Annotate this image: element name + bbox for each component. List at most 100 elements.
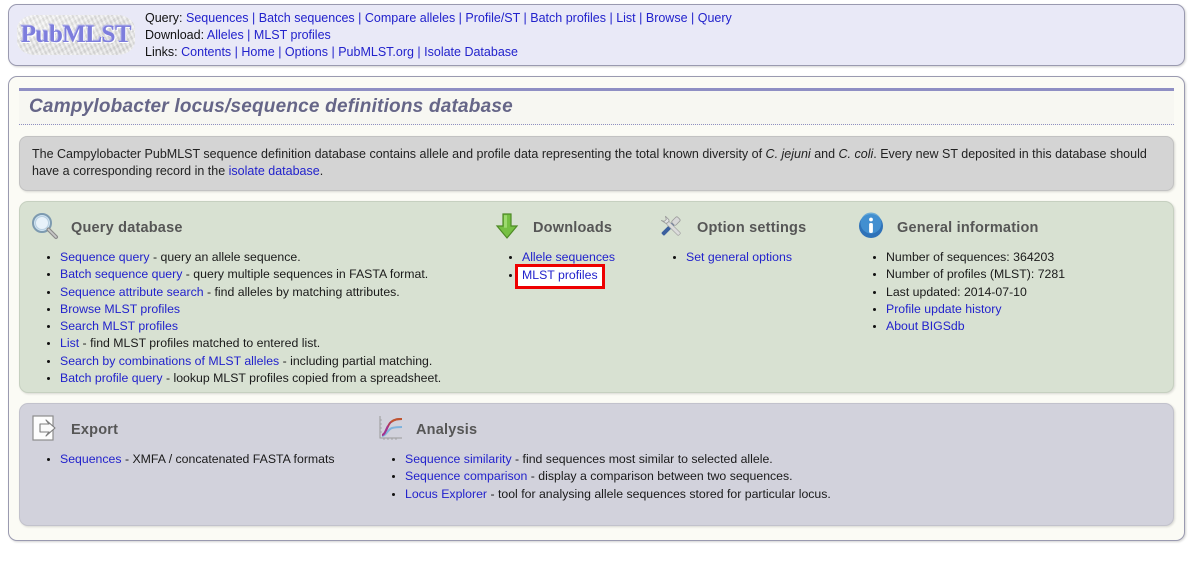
- nav-link-isolate-database[interactable]: Isolate Database: [424, 45, 518, 59]
- list-item: Allele sequences: [522, 250, 656, 266]
- nav-separator: |: [248, 10, 259, 25]
- item-description: - tool for analysing allele sequences st…: [487, 486, 831, 501]
- nav-links-download: Alleles | MLST profiles: [207, 28, 331, 42]
- link-set-general-options[interactable]: Set general options: [686, 250, 792, 264]
- list-item: Browse MLST profiles: [60, 302, 492, 318]
- secondary-functions-panel: Export Sequences - XMFA / concatenated F…: [19, 403, 1174, 526]
- nav-separator: |: [687, 10, 698, 25]
- list-item: Number of profiles (MLST): 7281: [886, 267, 1065, 283]
- link-profile-update-history[interactable]: Profile update history: [886, 302, 1002, 316]
- analysis-list: Sequence similarity - find sequences mos…: [375, 452, 831, 502]
- nav-link-browse[interactable]: Browse: [646, 11, 688, 25]
- nav-link-query[interactable]: Query: [698, 11, 732, 25]
- link-search-by-combinations-of-mlst-alleles[interactable]: Search by combinations of MLST alleles: [60, 354, 279, 368]
- nav-separator: |: [606, 10, 617, 25]
- green-down-arrow-icon: [492, 211, 522, 246]
- isolate-database-link[interactable]: isolate database: [229, 164, 320, 178]
- nav-link-alleles[interactable]: Alleles: [207, 28, 244, 42]
- item-description: Last updated: 2014-07-10: [886, 284, 1027, 299]
- general-information-section: General information Number of sequences:…: [856, 211, 1065, 388]
- magnifier-icon: [30, 211, 60, 246]
- line-chart-icon: [375, 413, 405, 448]
- query-database-list: Sequence query - query an allele sequenc…: [30, 250, 492, 387]
- list-item: Sequences - XMFA / concatenated FASTA fo…: [60, 452, 375, 468]
- nav-separator: |: [274, 44, 285, 59]
- nav-label-links: Links:: [145, 44, 178, 59]
- link-sequence-attribute-search[interactable]: Sequence attribute search: [60, 285, 204, 299]
- item-description: Number of sequences: 364203: [886, 250, 1055, 264]
- nav-label-query: Query:: [145, 10, 183, 25]
- species-name: C. coli: [838, 147, 874, 161]
- list-item: MLST profiles: [515, 264, 656, 290]
- nav-link-mlst-profiles[interactable]: MLST profiles: [254, 28, 331, 42]
- nav-links-links: Contents | Home | Options | PubMLST.org …: [181, 45, 518, 59]
- database-description: The Campylobacter PubMLST sequence defin…: [19, 136, 1174, 191]
- link-sequence-comparison[interactable]: Sequence comparison: [405, 469, 527, 483]
- item-description: Number of profiles (MLST): 7281: [886, 267, 1066, 282]
- highlight-box: MLST profiles: [515, 264, 605, 290]
- nav-separator: |: [328, 44, 339, 59]
- nav-link-options[interactable]: Options: [285, 45, 328, 59]
- list-item: Batch profile query - lookup MLST profil…: [60, 371, 492, 387]
- link-browse-mlst-profiles[interactable]: Browse MLST profiles: [60, 302, 180, 316]
- export-document-icon: [30, 413, 60, 448]
- item-description: - lookup MLST profiles copied from a spr…: [162, 371, 442, 386]
- description-text: The Campylobacter PubMLST sequence defin…: [32, 147, 766, 161]
- link-locus-explorer[interactable]: Locus Explorer: [405, 487, 487, 501]
- item-description: - query an allele sequence.: [149, 250, 301, 264]
- item-description: - find alleles by matching attributes.: [203, 284, 400, 299]
- option-settings-list: Set general options: [656, 250, 856, 266]
- item-description: - XMFA / concatenated FASTA formats: [121, 452, 335, 466]
- nav-link-contents[interactable]: Contents: [181, 45, 231, 59]
- nav-label-download: Download:: [145, 27, 205, 42]
- list-item: Last updated: 2014-07-10: [886, 285, 1065, 301]
- nav-link-home[interactable]: Home: [241, 45, 274, 59]
- link-sequences[interactable]: Sequences: [60, 452, 122, 466]
- item-description: - find sequences most similar to selecte…: [511, 452, 773, 466]
- nav-separator: |: [243, 27, 254, 42]
- option-settings-section: Option settings Set general options: [656, 211, 856, 388]
- page-title: Campylobacter locus/sequence definitions…: [19, 88, 1174, 125]
- description-text: .: [319, 164, 324, 178]
- link-about-bigsdb[interactable]: About BIGSdb: [886, 319, 965, 333]
- link-batch-profile-query[interactable]: Batch profile query: [60, 371, 163, 385]
- downloads-section: Downloads Allele sequences MLST profiles: [492, 211, 656, 388]
- list-item: Search MLST profiles: [60, 319, 492, 335]
- nav-row-query: Query: Sequences | Batch sequences | Com…: [145, 10, 732, 27]
- nav-link-list[interactable]: List: [616, 11, 635, 25]
- link-mlst-profiles[interactable]: MLST profiles: [522, 268, 598, 282]
- list-item: Locus Explorer - tool for analysing alle…: [405, 487, 831, 503]
- general-information-title: General information: [897, 220, 1039, 236]
- list-item: Sequence attribute search - find alleles…: [60, 285, 492, 301]
- link-allele-sequences[interactable]: Allele sequences: [522, 250, 615, 264]
- nav-separator: |: [413, 44, 425, 59]
- header-navigation: Query: Sequences | Batch sequences | Com…: [141, 10, 732, 61]
- primary-functions-panel: Query database Sequence query - query an…: [19, 201, 1174, 393]
- link-search-mlst-profiles[interactable]: Search MLST profiles: [60, 319, 178, 333]
- nav-link-compare-alleles[interactable]: Compare alleles: [365, 11, 455, 25]
- list-item: Batch sequence query - query multiple se…: [60, 267, 492, 283]
- option-settings-title: Option settings: [697, 220, 807, 236]
- site-header: PubMLST Query: Sequences | Batch sequenc…: [8, 4, 1185, 66]
- tools-icon: [656, 211, 686, 246]
- pubmlst-logo[interactable]: PubMLST: [17, 15, 135, 55]
- general-information-list: Number of sequences: 364203 Number of pro…: [856, 250, 1065, 335]
- nav-link-sequences[interactable]: Sequences: [186, 11, 249, 25]
- description-text: and: [810, 147, 839, 161]
- list-item: Sequence query - query an allele sequenc…: [60, 250, 492, 266]
- link-list[interactable]: List: [60, 336, 79, 350]
- export-section: Export Sequences - XMFA / concatenated F…: [30, 413, 375, 504]
- nav-link-batch-sequences[interactable]: Batch sequences: [259, 11, 355, 25]
- export-title: Export: [71, 422, 119, 438]
- list-item: Profile update history: [886, 302, 1065, 318]
- list-item: Set general options: [686, 250, 856, 266]
- link-batch-sequence-query[interactable]: Batch sequence query: [60, 267, 182, 281]
- nav-separator: |: [231, 44, 242, 59]
- nav-link-pubmlst-org[interactable]: PubMLST.org: [338, 45, 414, 59]
- link-sequence-similarity[interactable]: Sequence similarity: [405, 452, 512, 466]
- nav-link-profile-st[interactable]: Profile/ST: [465, 11, 520, 25]
- nav-link-batch-profiles[interactable]: Batch profiles: [530, 11, 606, 25]
- species-name: C. jejuni: [765, 147, 811, 161]
- query-database-section: Query database Sequence query - query an…: [30, 211, 492, 388]
- link-sequence-query[interactable]: Sequence query: [60, 250, 150, 264]
